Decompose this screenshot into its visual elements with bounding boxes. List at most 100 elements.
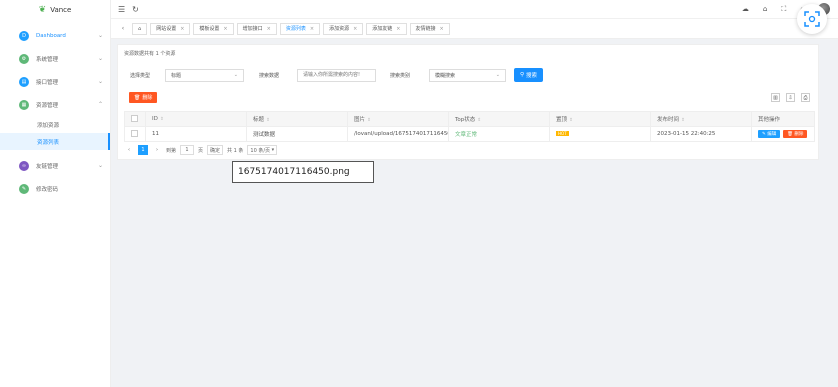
search-button-label: 搜索	[526, 73, 538, 79]
tag-icon[interactable]: ⌂	[763, 5, 767, 13]
column-header[interactable]: ID ⇕	[145, 111, 247, 127]
sidebar-item-system[interactable]: ⚙ 系统管理 ⌄	[0, 47, 110, 70]
chevron-down-icon: ⌄	[98, 78, 104, 85]
column-header[interactable]: Top状态 ⇕	[448, 111, 550, 127]
sidebar-item-label: 接口管理	[36, 79, 59, 86]
header-checkbox-cell[interactable]	[124, 111, 146, 127]
tab-add-link[interactable]: 添加友链 ×	[366, 22, 407, 35]
page-number-current[interactable]: 1	[138, 145, 148, 155]
sidebar-subitem-label: 资源列表	[37, 139, 60, 146]
column-header: 其他操作	[751, 111, 815, 127]
column-header[interactable]: 标题 ⇕	[246, 111, 348, 127]
delete-button[interactable]: 🗑︎ 删除	[783, 130, 808, 138]
hot-badge: HOT	[556, 131, 569, 136]
edit-icon: ✎	[19, 183, 29, 194]
column-header-label: 发布时间	[657, 117, 680, 123]
top-bar: ☰ ↻ ☁ ⌂ ⛶ 🔒︎	[111, 0, 838, 18]
columns-filter-icon[interactable]: ▥	[771, 93, 780, 102]
sidebar-item-links[interactable]: ∞ 友链管理 ⌄	[0, 154, 110, 177]
close-icon[interactable]: ×	[310, 26, 314, 32]
close-icon[interactable]: ×	[180, 26, 184, 32]
type-label: 选择类型	[130, 72, 151, 79]
close-icon[interactable]: ×	[223, 26, 227, 32]
row-checkbox-cell[interactable]	[124, 126, 146, 142]
link-icon: ∞	[19, 160, 29, 171]
menu-toggle-icon[interactable]: ☰	[118, 5, 125, 14]
edit-button-label: 编辑	[767, 132, 777, 137]
theme-icon[interactable]: ☁	[742, 5, 749, 13]
batch-delete-button[interactable]: 🗑︎ 删除	[129, 92, 158, 103]
cell-image[interactable]: /lovanl/upload/1675174017116450...	[347, 126, 449, 142]
sidebar-item-resources[interactable]: ▦ 资源管理 ⌃	[0, 93, 110, 116]
mode-label: 搜索类别	[390, 72, 411, 79]
scan-icon	[804, 11, 820, 27]
column-header[interactable]: 发布时间 ⇕	[650, 111, 752, 127]
print-icon[interactable]: ⎙	[801, 93, 810, 102]
edit-button[interactable]: ✎ 编辑	[758, 130, 781, 138]
resource-panel: 资源数据共有 1 个资源 选择类型 标题 ⌄ 搜索数据 搜索类别 模糊搜索 ⌄ …	[117, 44, 819, 160]
tab-site-settings[interactable]: 网站设置 ×	[150, 22, 191, 35]
app-logo[interactable]: ❦ Vance	[0, 0, 110, 20]
column-header[interactable]: 置顶 ⇕	[549, 111, 651, 127]
fullscreen-icon[interactable]: ⛶	[781, 5, 786, 14]
tabs-prev-icon[interactable]: ‹	[117, 23, 129, 35]
close-icon[interactable]: ×	[440, 26, 444, 32]
resource-count-caption: 资源数据共有 1 个资源	[124, 51, 176, 57]
tab-label: 添加资源	[329, 26, 350, 32]
sort-icon[interactable]: ⇕	[160, 117, 164, 122]
column-header-label: ID	[152, 116, 158, 122]
dashboard-icon: D	[19, 30, 29, 41]
delete-button-label: 删除	[142, 95, 153, 101]
tab-add-resource[interactable]: 添加资源 ×	[323, 22, 364, 35]
cell-actions: ✎ 编辑 🗑︎ 删除	[751, 126, 815, 142]
close-icon[interactable]: ×	[267, 26, 271, 32]
column-header[interactable]: 图片 ⇕	[347, 111, 449, 127]
tab-label: 模板设置	[199, 26, 220, 32]
tab-home[interactable]: ⌂	[132, 22, 148, 35]
sidebar-item-api[interactable]: ▤ 接口管理 ⌄	[0, 70, 110, 93]
tab-label: 资源列表	[285, 26, 306, 32]
tabs-bar: ‹ ⌂ 网站设置 × 模板设置 × 增加接口 × 资源列表 × 添加资源 × 添加友链 × …	[111, 18, 838, 39]
search-button[interactable]: ⚲ 搜索	[514, 68, 544, 82]
tab-label: 网站设置	[156, 26, 177, 32]
tab-add-api[interactable]: 增加接口 ×	[236, 22, 277, 35]
sidebar-item-dashboard[interactable]: D Dashboard ⌄	[0, 24, 110, 47]
sort-icon[interactable]: ⇕	[681, 118, 685, 123]
close-icon[interactable]: ×	[396, 26, 400, 32]
prev-page-icon[interactable]: ‹	[124, 145, 134, 155]
tab-resource-list[interactable]: 资源列表 ×	[279, 22, 321, 35]
export-icon[interactable]: ⇩	[786, 93, 795, 102]
screenshot-scan-button[interactable]	[797, 4, 827, 34]
select-all-checkbox[interactable]	[131, 114, 138, 122]
cell-hot: HOT	[549, 126, 651, 142]
sidebar-item-password[interactable]: ✎ 修改密码	[0, 177, 110, 200]
tab-label: 增加接口	[242, 26, 263, 32]
filter-bar: 选择类型 标题 ⌄ 搜索数据 搜索类别 模糊搜索 ⌄ ⚲ 搜索	[130, 68, 544, 82]
tab-friend-links[interactable]: 友情链接 ×	[409, 22, 450, 35]
goto-page-input[interactable]: 1	[180, 145, 195, 155]
caret-down-icon: ▾	[271, 147, 275, 153]
sort-icon[interactable]: ⇕	[477, 118, 481, 123]
tab-label: 友情链接	[415, 26, 436, 32]
keyword-input[interactable]	[297, 68, 376, 82]
chevron-down-icon: ⌄	[98, 55, 104, 62]
sidebar-subitem-resource-list[interactable]: 资源列表	[0, 133, 110, 150]
type-select-value: 标题	[171, 72, 182, 79]
sidebar: ❦ Vance D Dashboard ⌄ ⚙ 系统管理 ⌄ ▤ 接口管理 ⌄ …	[0, 0, 111, 387]
sort-icon[interactable]: ⇕	[367, 118, 371, 123]
type-select[interactable]: 标题 ⌄	[165, 68, 244, 82]
table-row[interactable]: 11 测试数据 /lovanl/upload/1675174017116450.…	[124, 126, 815, 142]
table-header-row: ID ⇕ 标题 ⇕ 图片 ⇕ Top状态 ⇕ 置顶 ⇕ 发布时间 ⇕ 其他操作	[124, 111, 815, 127]
sidebar-item-label: Dashboard	[36, 32, 66, 39]
next-page-icon[interactable]: ›	[152, 145, 162, 155]
goto-confirm-button[interactable]: 确定	[207, 145, 224, 155]
sidebar-subitem-add-resource[interactable]: 添加资源	[0, 116, 110, 133]
row-checkbox[interactable]	[131, 129, 138, 137]
per-page-select[interactable]: 10 条/页 ▾	[247, 145, 278, 155]
sort-icon[interactable]: ⇕	[569, 118, 573, 123]
close-icon[interactable]: ×	[353, 26, 357, 32]
tab-template-settings[interactable]: 模板设置 ×	[193, 22, 234, 35]
sort-icon[interactable]: ⇕	[266, 118, 270, 123]
refresh-icon[interactable]: ↻	[132, 5, 139, 14]
mode-select[interactable]: 模糊搜索 ⌄	[429, 68, 506, 82]
